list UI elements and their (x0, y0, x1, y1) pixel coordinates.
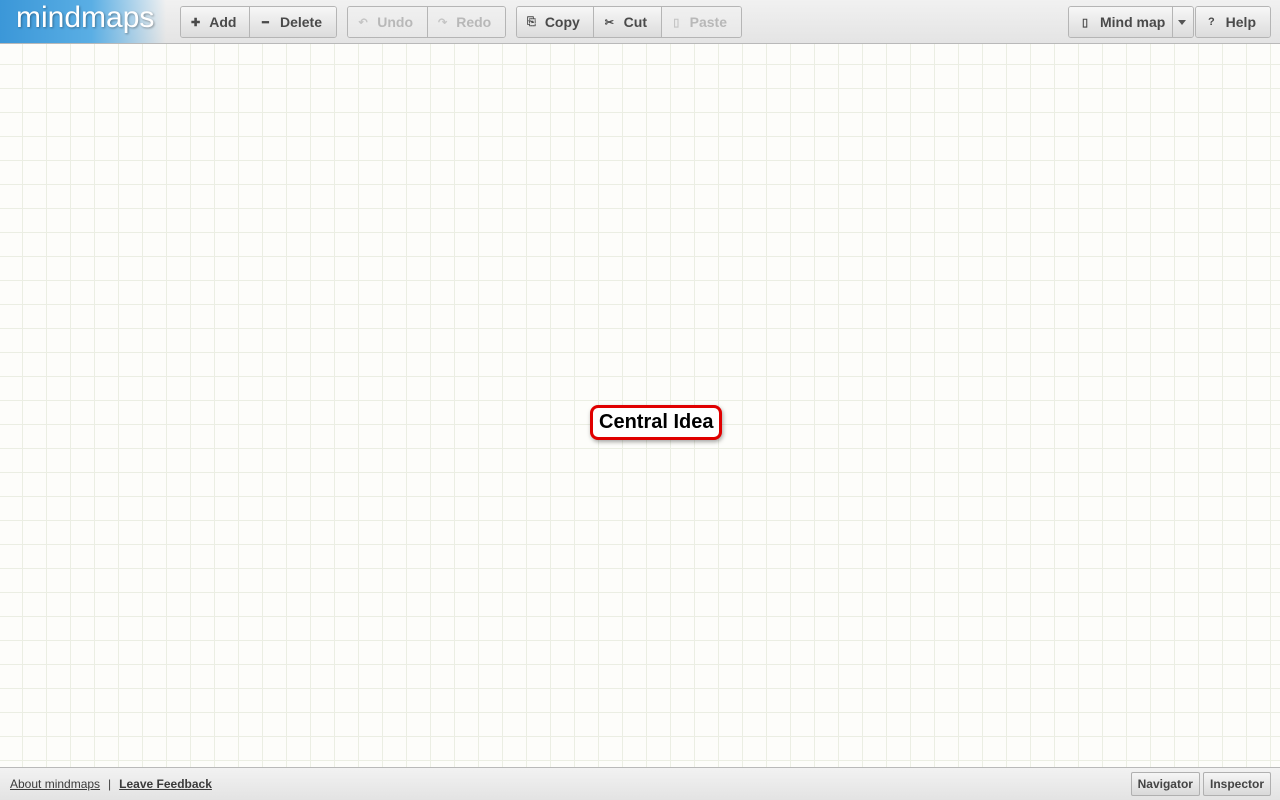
paste-button[interactable]: ▯ Paste (662, 7, 741, 37)
redo-button-label: Redo (456, 14, 492, 30)
navigator-button[interactable]: Navigator (1130, 772, 1200, 796)
undo-button-label: Undo (377, 14, 413, 30)
delete-button[interactable]: ━ Delete (250, 7, 336, 37)
footer-links: About mindmaps | Leave Feedback (10, 777, 212, 791)
logo: mindmaps (0, 0, 166, 43)
help-button-label: Help (1225, 14, 1256, 30)
cut-button[interactable]: ✂ Cut (594, 7, 662, 37)
central-idea-node[interactable]: Central Idea (590, 405, 723, 440)
add-button[interactable]: ✚ Add (181, 7, 250, 37)
help-button-group: ? Help (1195, 6, 1271, 38)
copy-button-label: Copy (544, 14, 580, 30)
feedback-link[interactable]: Leave Feedback (119, 777, 212, 791)
footer-bar: About mindmaps | Leave Feedback Navigato… (0, 767, 1280, 800)
question-icon: ? (1207, 16, 1215, 28)
redo-button[interactable]: ↷ Redo (428, 7, 505, 37)
minus-icon: ━ (262, 16, 269, 29)
cut-button-label: Cut (623, 14, 647, 30)
edit-button-group: ✚ Add ━ Delete (180, 6, 337, 38)
clipboard-icon: ▯ (673, 16, 680, 29)
undo-icon: ↶ (358, 16, 368, 29)
about-link[interactable]: About mindmaps (10, 777, 100, 791)
inspector-button[interactable]: Inspector (1202, 772, 1271, 796)
plus-icon: ✚ (191, 16, 201, 29)
scissors-icon: ✂ (604, 16, 614, 29)
document-icon: ▯ (1081, 16, 1089, 29)
copy-button[interactable]: ⎘ Copy (517, 7, 594, 37)
logo-text: mindmaps (16, 1, 155, 34)
panel-toggles: Navigator Inspector (1130, 772, 1271, 796)
mindmap-canvas[interactable]: Central Idea (0, 44, 1280, 767)
help-button[interactable]: ? Help (1196, 7, 1270, 37)
redo-icon: ↷ (438, 16, 448, 29)
mindmap-menu-group: ▯ Mind map (1068, 6, 1194, 38)
mindmap-menu-label: Mind map (1100, 14, 1166, 30)
delete-button-label: Delete (279, 14, 322, 30)
app-window: mindmaps ✚ Add ━ Delete ↶ Undo ↷ Redo ⎘ … (0, 0, 1280, 800)
add-button-label: Add (209, 14, 237, 30)
history-button-group: ↶ Undo ↷ Redo (347, 6, 506, 38)
clipboard-button-group: ⎘ Copy ✂ Cut ▯ Paste (516, 6, 742, 38)
footer-separator: | (108, 777, 112, 791)
chevron-down-icon (1178, 19, 1186, 25)
paste-button-label: Paste (689, 14, 727, 30)
copy-icon: ⎘ (527, 15, 536, 28)
undo-button[interactable]: ↶ Undo (348, 7, 428, 37)
mindmap-menu-dropdown[interactable] (1173, 7, 1193, 37)
top-toolbar: mindmaps ✚ Add ━ Delete ↶ Undo ↷ Redo ⎘ … (0, 0, 1280, 44)
mindmap-menu-button[interactable]: ▯ Mind map (1069, 7, 1173, 37)
